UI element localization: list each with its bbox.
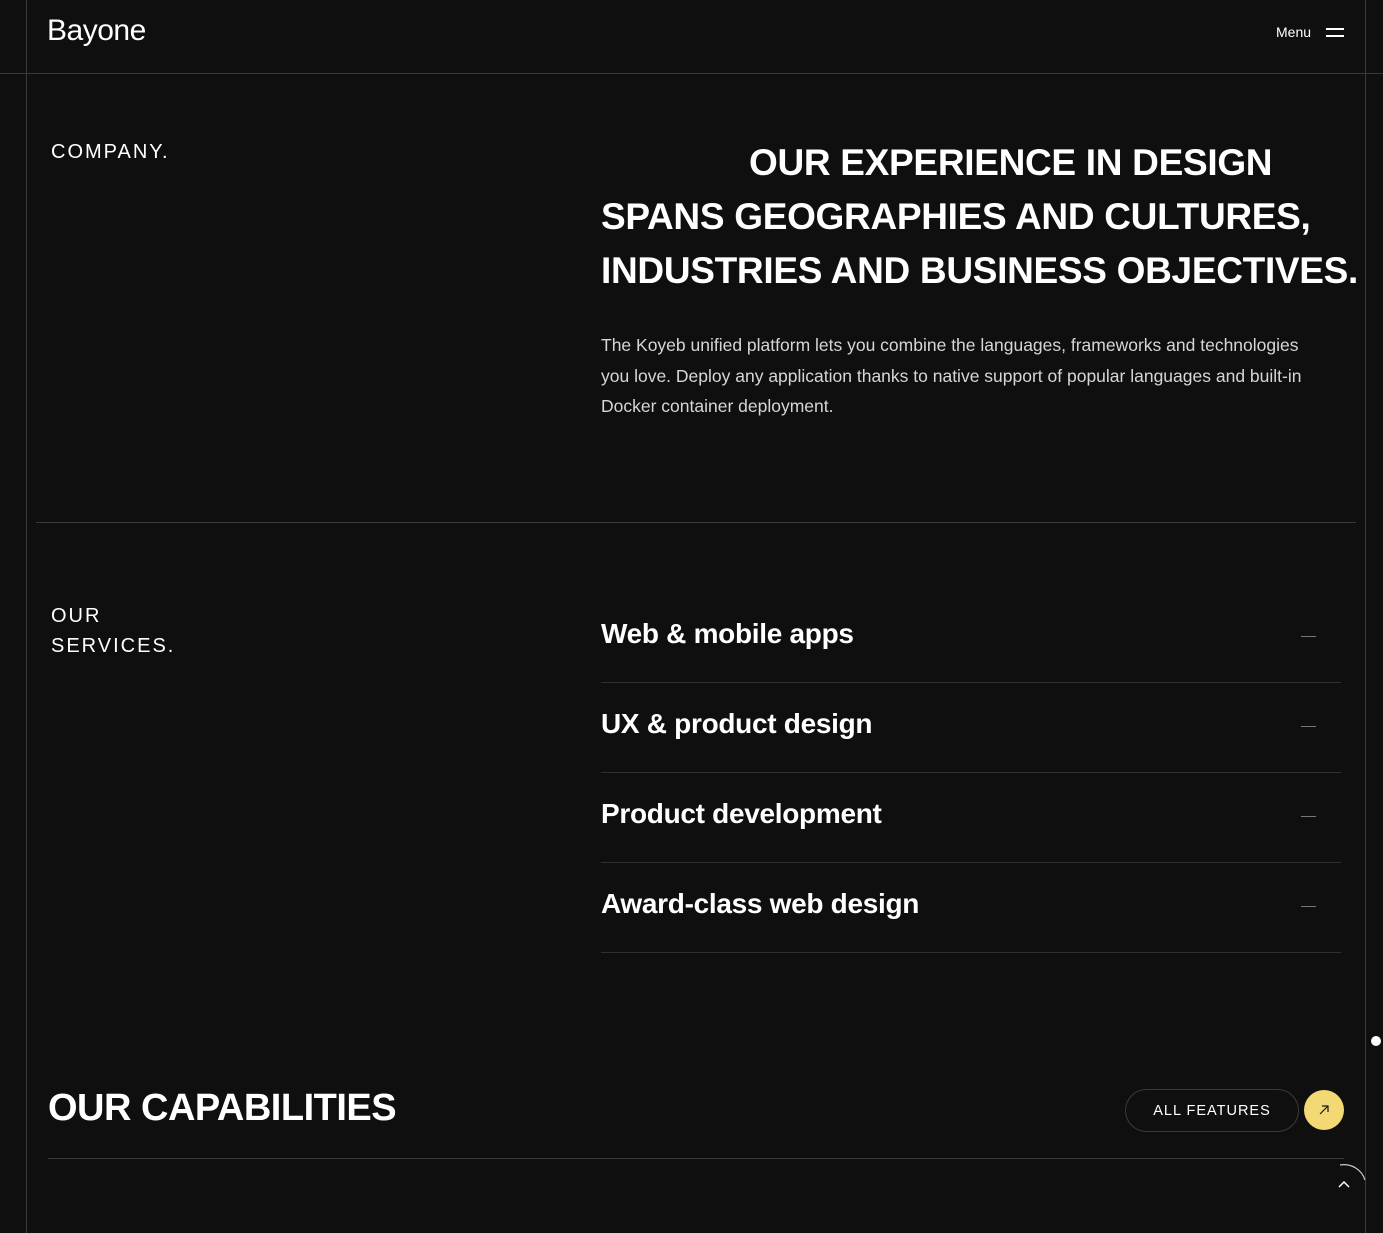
capabilities-title: OUR CAPABILITIES [48, 1087, 397, 1129]
all-features-arrow-button[interactable] [1304, 1090, 1344, 1130]
service-item-web-mobile-apps[interactable]: Web & mobile apps [601, 593, 1341, 683]
service-title: Web & mobile apps [601, 618, 854, 649]
all-features-button[interactable]: ALL FEATURES [1125, 1089, 1299, 1132]
menu-button[interactable]: Menu [1276, 24, 1345, 40]
service-title: Award-class web design [601, 888, 920, 919]
scroll-indicator-dot[interactable] [1371, 1036, 1381, 1046]
service-item-product-development[interactable]: Product development [601, 773, 1341, 863]
headline-line-2: SPANS GEOGRAPHIES AND CULTURES, [601, 196, 1311, 237]
page: Bayone Menu COMPANY. OUR EXPERIENCE IN D… [0, 0, 1383, 1233]
services-list: Web & mobile apps UX & product design Pr… [601, 593, 1341, 953]
services-label: OUR SERVICES. [51, 601, 251, 661]
minus-icon[interactable] [1301, 636, 1316, 637]
hamburger-icon [1326, 27, 1345, 38]
site-header: Bayone Menu [0, 0, 1383, 74]
headline-line-1: OUR EXPERIENCE IN DESIGN [749, 142, 1273, 183]
headline-line-3: INDUSTRIES AND BUSINESS OBJECTIVES. [601, 250, 1359, 291]
service-item-award-class-web-design[interactable]: Award-class web design [601, 863, 1341, 953]
service-title: Product development [601, 798, 882, 829]
services-label-line-1: OUR [51, 605, 102, 627]
frame-line-right [1365, 0, 1366, 1233]
company-headline: OUR EXPERIENCE IN DESIGN SPANS GEOGRAPHI… [601, 136, 1361, 298]
service-item-ux-product-design[interactable]: UX & product design [601, 683, 1341, 773]
frame-line-left [26, 0, 27, 1233]
back-to-top-button[interactable] [1318, 1160, 1370, 1212]
menu-label: Menu [1276, 24, 1312, 40]
minus-icon[interactable] [1301, 726, 1316, 727]
chevron-up-icon [1338, 1180, 1350, 1188]
capabilities-divider [48, 1158, 1344, 1159]
arrow-up-right-icon [1319, 1105, 1329, 1115]
minus-icon[interactable] [1301, 906, 1316, 907]
company-label: COMPANY. [51, 141, 170, 163]
minus-icon[interactable] [1301, 816, 1316, 817]
service-title: UX & product design [601, 708, 873, 739]
services-label-line-2: SERVICES. [51, 635, 176, 657]
logo[interactable]: Bayone [47, 14, 146, 48]
company-description: The Koyeb unified platform lets you comb… [601, 335, 1302, 416]
section-divider [36, 522, 1356, 523]
